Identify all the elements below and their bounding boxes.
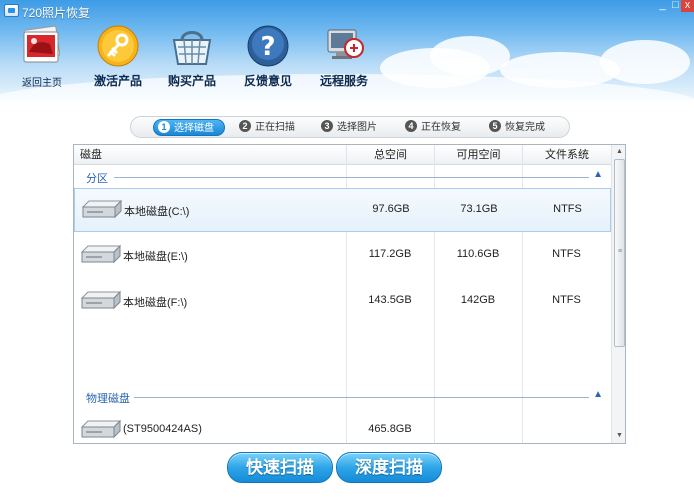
header-free-space[interactable]: 可用空间 <box>434 145 522 165</box>
scroll-down-icon[interactable]: ▼ <box>612 429 625 443</box>
hard-disk-icon <box>80 244 122 264</box>
step-select-photos: 3 选择图片 <box>321 119 377 136</box>
disk-fs: NTFS <box>552 248 581 260</box>
partition-group-label: 分区 <box>86 170 112 186</box>
physical-group-header: 物理磁盘 ▲ <box>74 387 611 407</box>
shopping-basket-icon <box>172 31 212 65</box>
deep-scan-button[interactable]: 深度扫描 <box>336 452 442 483</box>
remote-computer-icon <box>327 29 364 59</box>
disk-name: 本地磁盘(E:\) <box>123 251 188 263</box>
step-number: 1 <box>158 121 170 133</box>
step-label: 选择磁盘 <box>174 123 214 134</box>
step-label: 正在扫描 <box>255 122 295 133</box>
step-number: 2 <box>239 120 251 132</box>
collapse-icon[interactable]: ▲ <box>593 389 603 400</box>
step-number: 4 <box>405 120 417 132</box>
step-label: 选择图片 <box>337 122 377 133</box>
table-row[interactable]: 本地磁盘(E:\) 117.2GB 110.6GB NTFS <box>74 234 611 278</box>
nav-activate-label: 激活产品 <box>93 74 142 88</box>
close-button[interactable]: x <box>681 0 694 12</box>
app-logo-icon <box>4 4 19 17</box>
table-row[interactable]: 本地磁盘(F:\) 143.5GB 142GB NTFS <box>74 280 611 324</box>
svg-text:?: ? <box>260 32 275 62</box>
disk-fs: NTFS <box>553 203 582 215</box>
disk-total: 143.5GB <box>368 294 412 306</box>
quick-scan-button[interactable]: 快速扫描 <box>227 452 333 483</box>
header-total-space[interactable]: 总空间 <box>346 145 434 165</box>
collapse-icon[interactable]: ▲ <box>593 169 603 180</box>
cloud-decoration <box>600 40 690 84</box>
disk-free: 73.1GB <box>460 203 498 215</box>
table-header: 磁盘 总空间 可用空间 文件系统 <box>74 145 611 165</box>
disk-total: 117.2GB <box>368 248 412 260</box>
vertical-scrollbar[interactable]: ▲ ≡ ▼ <box>611 145 625 443</box>
header-file-system[interactable]: 文件系统 <box>522 145 611 165</box>
step-complete: 5 恢复完成 <box>489 119 545 136</box>
group-divider <box>114 177 589 178</box>
header-banner: 720照片恢复 _ □ x 返回主页 激活产品 购买产品 ? 反馈意见 远程服务 <box>0 0 694 100</box>
step-number: 5 <box>489 120 501 132</box>
physical-group-label: 物理磁盘 <box>86 390 134 406</box>
nav-remote-label: 远程服务 <box>319 74 368 88</box>
disk-list-table: 磁盘 总空间 可用空间 文件系统 分区 ▲ 本地磁盘(C:\) 97.6GB 7… <box>73 144 626 444</box>
cloud-decoration <box>430 36 510 76</box>
partition-group-header: 分区 ▲ <box>74 167 611 187</box>
disk-name: (ST9500424AS) <box>123 423 202 435</box>
step-progress-bar: 1 选择磁盘 2 正在扫描 3 选择图片 4 正在恢复 5 恢复完成 <box>130 116 570 138</box>
step-select-disk: 1 选择磁盘 <box>153 119 225 136</box>
photo-album-icon <box>23 25 61 63</box>
nav-remote-button[interactable]: 远程服务 <box>314 24 374 90</box>
table-row[interactable]: 本地磁盘(C:\) 97.6GB 73.1GB NTFS <box>74 188 611 232</box>
nav-feedback-button[interactable]: ? 反馈意见 <box>238 24 298 90</box>
scrollbar-thumb[interactable]: ≡ <box>614 159 625 347</box>
disk-name: 本地磁盘(C:\) <box>124 206 190 218</box>
hard-disk-icon <box>80 419 122 439</box>
group-divider <box>132 397 589 398</box>
disk-fs: NTFS <box>552 294 581 306</box>
grip-icon: ≡ <box>618 248 623 255</box>
nav-buy-button[interactable]: 购买产品 <box>162 24 222 90</box>
disk-free: 142GB <box>460 294 496 306</box>
table-row[interactable]: (ST9500424AS) 465.8GB <box>74 409 611 443</box>
header-disk[interactable]: 磁盘 <box>74 145 346 165</box>
nav-feedback-label: 反馈意见 <box>243 74 292 88</box>
help-question-icon: ? <box>247 25 289 67</box>
nav-home-label: 返回主页 <box>22 78 62 89</box>
disk-name: 本地磁盘(F:\) <box>123 297 188 309</box>
nav-home-button[interactable]: 返回主页 <box>14 24 70 90</box>
step-label: 正在恢复 <box>421 122 461 133</box>
step-scanning: 2 正在扫描 <box>239 119 295 136</box>
disk-free: 110.6GB <box>456 248 500 260</box>
key-icon <box>97 25 139 67</box>
disk-total: 97.6GB <box>372 203 410 215</box>
disk-total: 465.8GB <box>368 423 412 435</box>
title-bar: 720照片恢复 _ □ x <box>0 0 694 22</box>
nav-buy-label: 购买产品 <box>167 74 216 88</box>
scroll-up-icon[interactable]: ▲ <box>612 145 625 159</box>
hard-disk-icon <box>81 199 123 219</box>
step-number: 3 <box>321 120 333 132</box>
hard-disk-icon <box>80 290 122 310</box>
minimize-button[interactable]: _ <box>656 0 669 12</box>
step-recovering: 4 正在恢复 <box>405 119 461 136</box>
nav-activate-button[interactable]: 激活产品 <box>88 24 148 90</box>
window-title: 720照片恢复 <box>22 6 91 20</box>
step-label: 恢复完成 <box>505 122 545 133</box>
